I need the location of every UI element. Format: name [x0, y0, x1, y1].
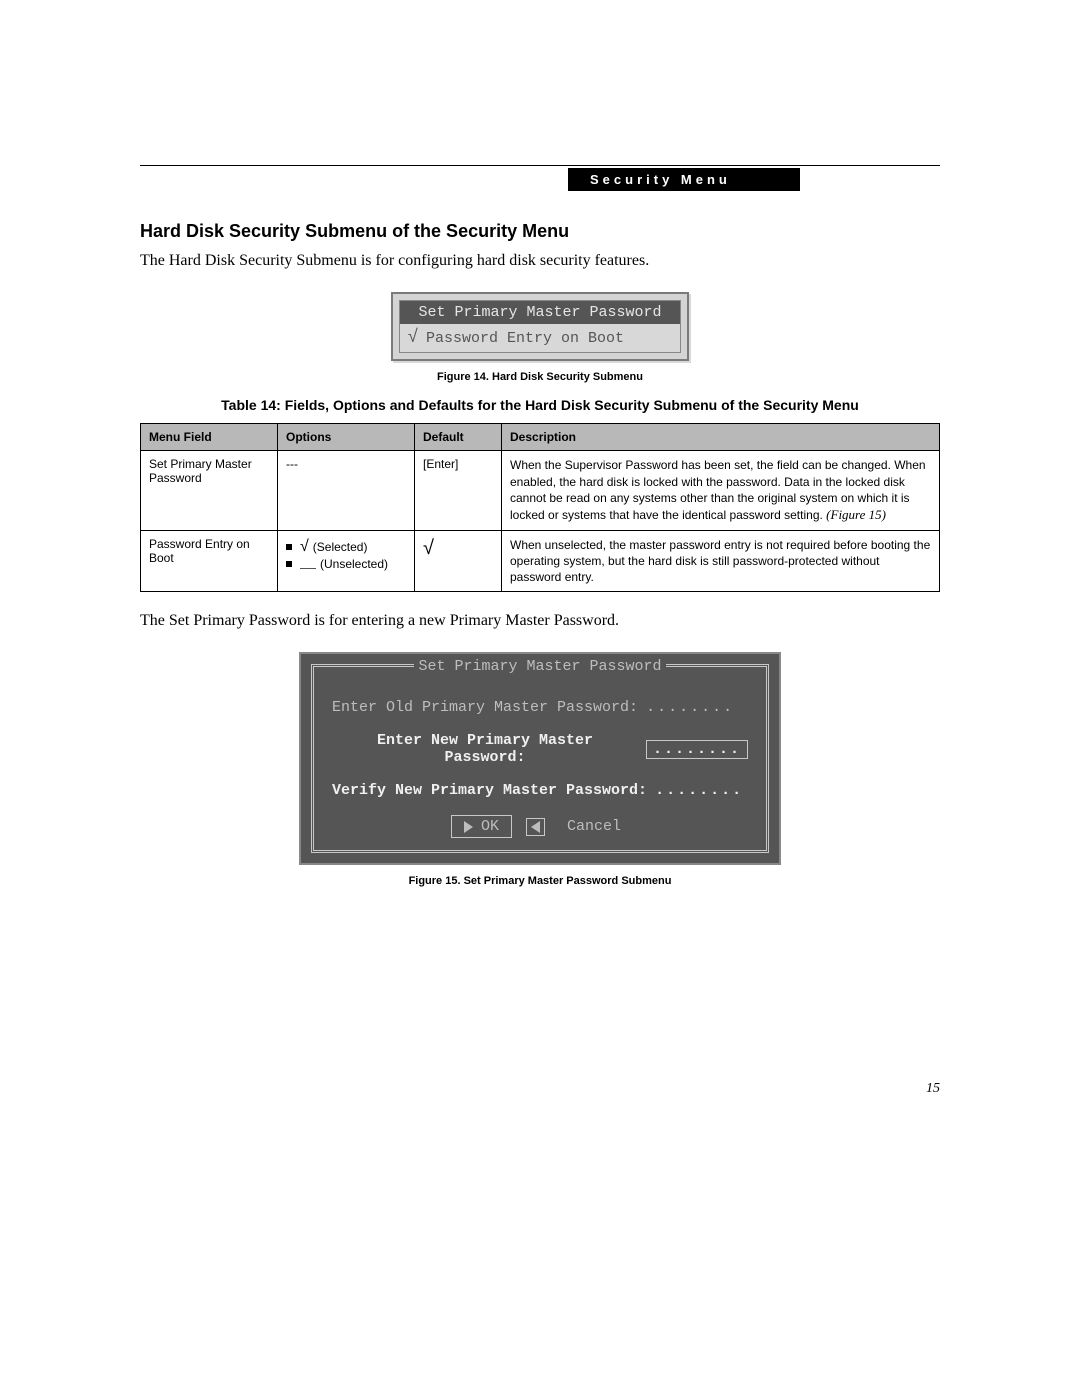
- old-password-line: Enter Old Primary Master Password:......…: [332, 699, 748, 716]
- cell-options: ---: [278, 451, 415, 530]
- cell-description: When the Supervisor Password has been se…: [502, 451, 940, 530]
- top-rule: [140, 165, 940, 166]
- verify-password-line: Verify New Primary Master Password:.....…: [332, 782, 748, 799]
- cell-description: When unselected, the master password ent…: [502, 530, 940, 592]
- page-number: 15: [926, 1081, 940, 1097]
- intro-text: The Hard Disk Security Submenu is for co…: [140, 250, 940, 272]
- table-title: Table 14: Fields, Options and Defaults f…: [140, 397, 940, 413]
- arrow-left-box: [526, 818, 545, 836]
- th-default: Default: [415, 424, 502, 451]
- header-security-menu: Security Menu: [568, 168, 800, 191]
- figure-ref: (Figure 15): [826, 507, 886, 522]
- cell-default: √: [415, 530, 502, 592]
- submenu-item-set-primary: Set Primary Master Password: [400, 301, 680, 324]
- document-page: Security Menu Hard Disk Security Submenu…: [0, 0, 1080, 1397]
- figure-14-caption: Figure 14. Hard Disk Security Submenu: [140, 371, 940, 383]
- section-title: Hard Disk Security Submenu of the Securi…: [140, 221, 940, 242]
- password-input-box: ........: [646, 740, 748, 759]
- figure-14: Set Primary Master Password √ Password E…: [140, 292, 940, 361]
- password-dots: ........: [646, 699, 734, 716]
- table-row: Set Primary Master Password --- [Enter] …: [141, 451, 940, 530]
- bullet-icon: [286, 544, 292, 550]
- new-password-line: Enter New Primary Master Password:......…: [332, 732, 748, 766]
- th-menu-field: Menu Field: [141, 424, 278, 451]
- submenu-item-label: Password Entry on Boot: [426, 330, 624, 347]
- table-row: Password Entry on Boot √ (Selected) (Uns…: [141, 530, 940, 592]
- bullet-icon: [286, 561, 292, 567]
- mid-text: The Set Primary Password is for entering…: [140, 610, 940, 632]
- cell-options: √ (Selected) (Unselected): [278, 530, 415, 592]
- th-description: Description: [502, 424, 940, 451]
- th-options: Options: [278, 424, 415, 451]
- check-icon: √: [400, 328, 426, 348]
- cell-default: [Enter]: [415, 451, 502, 530]
- check-icon: √: [300, 539, 309, 555]
- figure-15-caption: Figure 15. Set Primary Master Password S…: [140, 875, 940, 887]
- figure-15: Set Primary Master Password Enter Old Pr…: [140, 652, 940, 865]
- ok-button: OK: [451, 815, 512, 838]
- arrow-right-icon: [464, 821, 473, 833]
- password-dots: ........: [655, 782, 743, 799]
- fields-table: Menu Field Options Default Description S…: [140, 423, 940, 592]
- cancel-button: Cancel: [559, 816, 629, 837]
- submenu-item-password-entry: √ Password Entry on Boot: [400, 324, 680, 352]
- arrow-left-icon: [531, 821, 540, 833]
- cell-menu: Set Primary Master Password: [141, 451, 278, 530]
- blank-icon: [300, 558, 316, 569]
- cell-menu: Password Entry on Boot: [141, 530, 278, 592]
- dialog-title: Set Primary Master Password: [414, 658, 665, 675]
